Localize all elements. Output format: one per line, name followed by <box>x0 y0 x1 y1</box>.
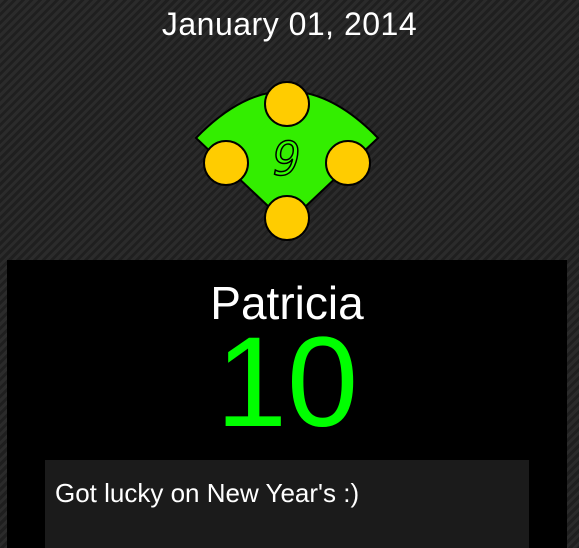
note-box[interactable]: Got lucky on New Year's :) <box>45 460 529 548</box>
date-header: January 01, 2014 <box>161 6 418 42</box>
first-base <box>325 140 371 186</box>
player-card[interactable]: Patricia 10 Got lucky on New Year's :) <box>7 260 567 548</box>
note-text: Got lucky on New Year's :) <box>55 478 360 508</box>
inning-number: 9 <box>273 132 301 186</box>
third-base <box>203 140 249 186</box>
home-plate <box>264 195 310 241</box>
player-score: 10 <box>215 311 359 454</box>
baseball-diamond-icon: 9 <box>194 81 380 241</box>
second-base <box>264 81 310 127</box>
